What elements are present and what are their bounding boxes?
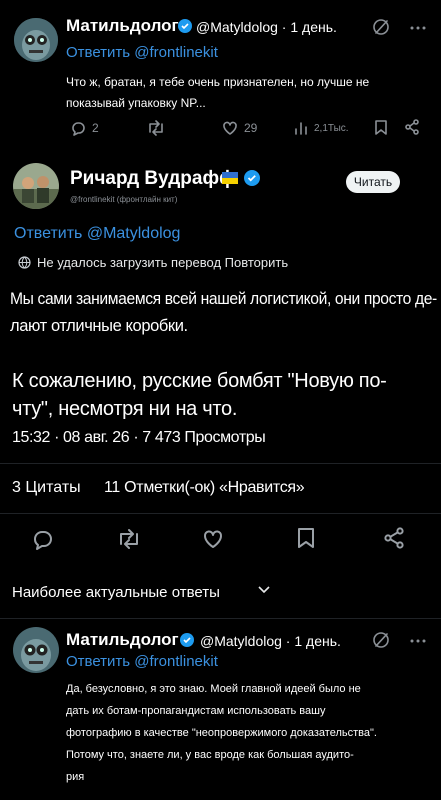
tweet-text-line2: лают отличные коробки. (10, 317, 188, 335)
avatar-robot-image (14, 18, 58, 62)
avatar[interactable] (13, 163, 59, 209)
retweet-icon (149, 120, 163, 136)
reply-text-line4: Потому что, знаете ли, у вас вроде как б… (66, 749, 354, 761)
tweet-handle: @frontlinekit (фронтлайн кит) (70, 195, 178, 204)
verified-badge-icon (244, 170, 260, 186)
views-count: 2,1Тыс. (314, 122, 349, 134)
share-button[interactable] (383, 527, 405, 549)
avatar[interactable] (14, 18, 58, 62)
read-button-label: Читать (353, 175, 393, 189)
share-button[interactable] (404, 119, 420, 135)
quotes-link[interactable]: 3 Цитаты (12, 479, 81, 497)
bookmark-button[interactable] (297, 527, 315, 549)
bookmark-icon (375, 120, 387, 135)
reply-handle-time: @Matyldolog · 1 день. (200, 633, 341, 649)
comment-icon (34, 531, 52, 550)
replies-sort-header[interactable]: Наиболее актуальные ответы (12, 584, 220, 601)
like-button[interactable]: 29 (222, 120, 257, 136)
verified-badge-icon (178, 19, 192, 33)
reply-text-line3: фотографию в качестве "неопровержимого д… (66, 727, 377, 739)
avatar[interactable] (13, 627, 59, 673)
heart-icon (223, 121, 237, 135)
tweet-text-line4: чту", несмотря ни на что. (12, 398, 238, 420)
retweet-button[interactable] (116, 528, 142, 550)
retweet-button[interactable] (146, 120, 166, 136)
chevron-down-icon[interactable] (258, 586, 270, 594)
tweet-text-line3: К сожалению, русские бомбят "Новую по- (12, 370, 387, 392)
tweet-meta: 15:32 · 08 авг. 26 · 7 473 Просмотры (12, 429, 266, 446)
verified-badge-icon (180, 633, 194, 647)
bookmark-button[interactable] (374, 119, 388, 135)
reply-text-line1: Да, безусловно, я это знаю. Моей главной… (66, 683, 361, 695)
avatar-photo-image (13, 163, 59, 209)
bookmark-icon (298, 528, 314, 548)
translate-error[interactable]: Не удалось загрузить перевод Повторить (18, 255, 288, 270)
ukraine-flag-icon (222, 172, 238, 184)
globe-icon (18, 256, 31, 269)
reply-count: 2 (92, 121, 99, 135)
more-icon[interactable] (410, 26, 426, 30)
tweet-author[interactable]: Ричард Вудрафф (70, 168, 236, 190)
tweet-text-line1: Мы сами занимаемся всей нашей логистикой… (10, 290, 437, 308)
replying-to-link[interactable]: Ответить @frontlinekit (66, 653, 218, 670)
likes-link[interactable]: 11 Отметки(-ок) «Нравится» (104, 479, 305, 497)
reply-author[interactable]: Матильдолог (66, 16, 179, 36)
translate-error-text: Не удалось загрузить перевод Повторить (37, 255, 289, 270)
like-count: 29 (244, 121, 258, 135)
retweet-icon (120, 529, 138, 549)
reply-text-line5: рия (66, 771, 85, 783)
views-button[interactable]: 2,1Тыс. (294, 120, 349, 136)
reply-text-line2: дать их ботам-пропагандистам использоват… (66, 705, 326, 717)
reply-text-line1: Что ж, братан, я тебе очень признателен,… (66, 75, 370, 89)
reply-button[interactable]: 2 (70, 120, 99, 136)
share-icon (384, 527, 404, 549)
replying-to-link[interactable]: Ответить @frontlinekit (66, 44, 218, 61)
more-icon[interactable] (410, 639, 426, 643)
read-button[interactable]: Читать (346, 171, 400, 193)
replying-to-link[interactable]: Ответить @Matyldolog (14, 225, 180, 243)
comment-icon (72, 122, 85, 136)
heart-icon (204, 530, 222, 548)
avatar-robot-image (13, 627, 59, 673)
grok-icon[interactable] (372, 18, 390, 36)
reply-button[interactable] (32, 528, 54, 550)
views-icon (295, 122, 307, 135)
like-button[interactable] (202, 528, 224, 550)
reply-author[interactable]: Матильдолог (66, 630, 179, 650)
grok-icon[interactable] (372, 631, 390, 649)
reply-text-line2: показывай упаковку NP... (66, 96, 206, 110)
share-icon (405, 119, 419, 135)
reply-handle-time: @Matyldolog · 1 день. (196, 19, 337, 35)
